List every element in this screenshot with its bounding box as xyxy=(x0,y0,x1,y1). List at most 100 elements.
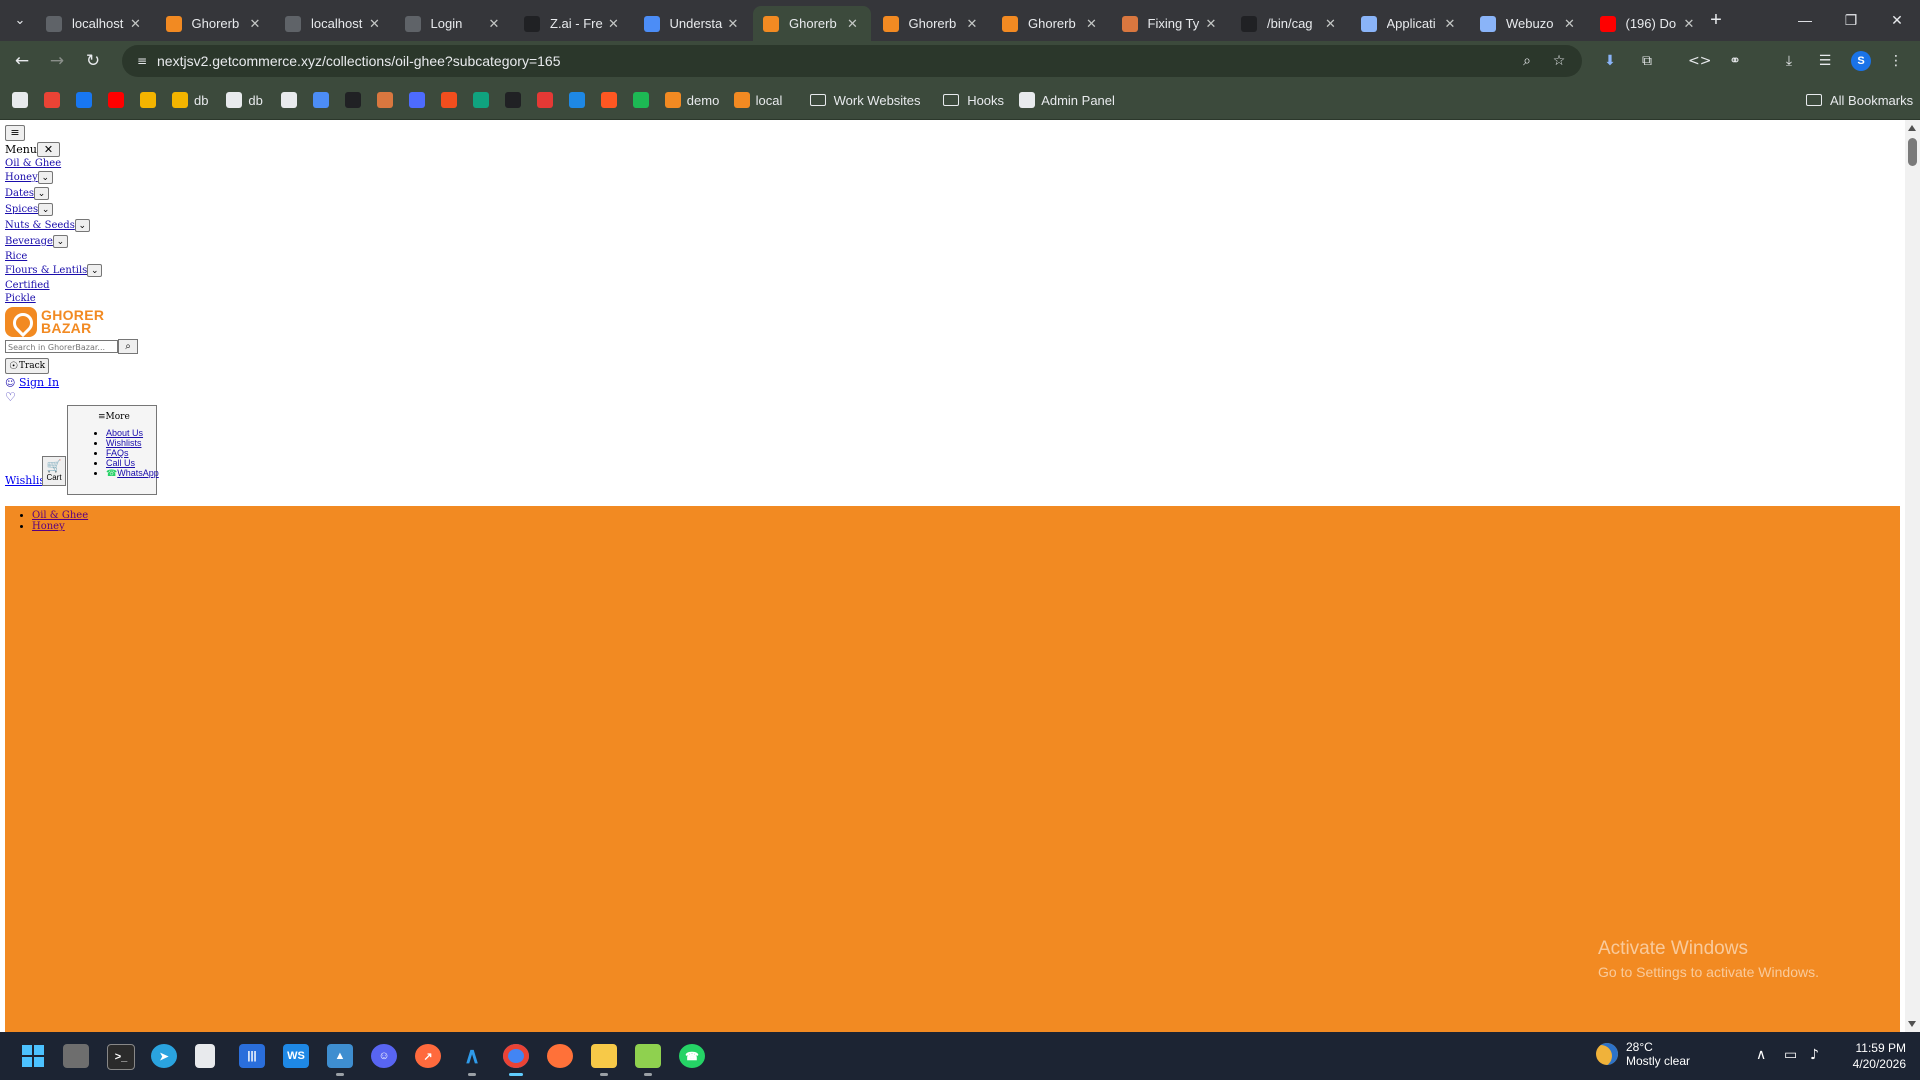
scroll-down-icon[interactable] xyxy=(1908,1021,1916,1027)
webstorm-icon[interactable]: WS xyxy=(283,1044,309,1068)
bookmark-item[interactable] xyxy=(140,91,156,109)
sticky-app-icon[interactable] xyxy=(635,1044,661,1076)
close-tab-icon[interactable]: ✕ xyxy=(486,16,502,32)
volume-icon[interactable]: ♪ xyxy=(1810,1047,1819,1063)
menu-kebab-icon[interactable]: ⋮ xyxy=(1886,51,1906,71)
task-view-icon[interactable] xyxy=(63,1044,89,1068)
category-link[interactable]: Pickle xyxy=(5,292,36,305)
more-link[interactable]: About Us xyxy=(106,428,143,438)
scroll-thumb[interactable] xyxy=(1908,138,1917,166)
category-link[interactable]: Certified xyxy=(5,279,50,292)
more-link[interactable]: WhatsApp xyxy=(117,468,159,478)
bookmark-item[interactable] xyxy=(632,91,649,109)
system-clock[interactable]: 11:59 PM 4/20/2026 xyxy=(1836,1040,1906,1072)
category-link[interactable]: Oil & Ghee xyxy=(5,157,61,170)
close-menu-button[interactable]: ✕ xyxy=(36,141,60,157)
close-tab-icon[interactable]: ✕ xyxy=(725,16,741,32)
chevron-down-icon[interactable]: ⌄ xyxy=(52,235,68,248)
media-controls-icon[interactable]: ☰ xyxy=(1815,51,1835,71)
bookmark-item[interactable]: Work Websites xyxy=(809,91,921,109)
sign-in-label[interactable]: Sign In xyxy=(19,376,59,389)
chevron-down-icon[interactable]: ⌄ xyxy=(38,203,54,216)
track-button[interactable]: ☉ Track xyxy=(5,358,50,374)
close-tab-icon[interactable]: ✕ xyxy=(1681,16,1697,32)
chrome-icon[interactable] xyxy=(503,1044,529,1076)
browser-tab[interactable]: localhost ✕ xyxy=(275,6,393,41)
close-tab-icon[interactable]: ✕ xyxy=(128,16,144,32)
terminal-icon[interactable]: >_ xyxy=(107,1044,135,1070)
bookmark-item[interactable]: db xyxy=(172,91,208,109)
back-button[interactable]: ← xyxy=(10,49,34,73)
bookmark-item[interactable] xyxy=(280,91,297,109)
browser-tab[interactable]: Understa ✕ xyxy=(634,6,752,41)
category-link[interactable]: Beverage xyxy=(5,235,53,248)
tab-search-button[interactable]: ⌄ xyxy=(8,9,32,31)
chevron-down-icon[interactable]: ⌄ xyxy=(37,171,53,184)
chevron-down-icon[interactable]: ⌄ xyxy=(87,264,103,277)
browser-tab[interactable]: (196) Do ✕ xyxy=(1590,6,1708,41)
photos-icon[interactable]: ▲ xyxy=(327,1044,353,1076)
zoom-icon[interactable]: ⌕ xyxy=(1518,52,1536,70)
tray-overflow-icon[interactable]: ∧ xyxy=(1756,1047,1766,1063)
url-text[interactable]: nextjsv2.getcommerce.xyz/collections/oil… xyxy=(157,53,561,69)
browser-tab[interactable]: Ghorerb ✕ xyxy=(156,6,274,41)
browser-tab[interactable]: /bin/cag ✕ xyxy=(1231,6,1349,41)
browser-tab[interactable]: Ghorerb ✕ xyxy=(992,6,1110,41)
intellij-icon[interactable]: ||| xyxy=(239,1044,265,1068)
search-input[interactable]: Search in GhorerBazar... xyxy=(5,340,118,353)
telegram-icon[interactable]: ➤ xyxy=(151,1044,177,1068)
sign-in-link[interactable]: ☺ Sign In xyxy=(5,376,59,389)
download-extension-icon[interactable]: ⬇ xyxy=(1600,51,1620,71)
browser-tab[interactable]: Webuzo ✕ xyxy=(1470,6,1588,41)
forward-button[interactable]: → xyxy=(45,49,69,73)
close-tab-icon[interactable]: ✕ xyxy=(606,16,622,32)
discord-icon[interactable]: ☺ xyxy=(371,1044,397,1068)
code-icon[interactable]: <> xyxy=(1688,51,1711,71)
reload-button[interactable]: ↻ xyxy=(81,49,105,73)
file-explorer-icon[interactable] xyxy=(591,1044,617,1076)
bookmark-item[interactable]: Hooks xyxy=(943,91,1004,109)
bookmark-item[interactable] xyxy=(76,91,92,109)
profile-avatar[interactable]: S xyxy=(1851,51,1871,71)
category-link[interactable]: Spices xyxy=(5,203,38,216)
address-bar[interactable]: ≡ nextjsv2.getcommerce.xyz/collections/o… xyxy=(122,45,1582,77)
browser-tab[interactable]: Ghorerb ✕ xyxy=(873,6,991,41)
bookmark-item[interactable] xyxy=(312,91,329,109)
extensions-icon[interactable]: ⧉ xyxy=(1637,51,1657,71)
browser-tab[interactable]: Login ✕ xyxy=(395,6,513,41)
more-link[interactable]: Call Us xyxy=(106,458,135,468)
close-tab-icon[interactable]: ✕ xyxy=(845,16,861,32)
hamburger-menu-button[interactable]: ≡ xyxy=(5,124,25,141)
close-tab-icon[interactable]: ✕ xyxy=(1562,16,1578,32)
more-button[interactable]: ≡More xyxy=(98,412,130,422)
bookmark-star-icon[interactable]: ☆ xyxy=(1550,52,1568,70)
page-scrollbar[interactable] xyxy=(1905,120,1920,1032)
breadcrumb-link[interactable]: Honey xyxy=(32,521,65,532)
category-link[interactable]: Rice xyxy=(5,250,27,263)
browser-tab[interactable]: Z.ai - Fre ✕ xyxy=(514,6,632,41)
close-tab-icon[interactable]: ✕ xyxy=(1084,16,1100,32)
network-icon[interactable]: ▭ xyxy=(1784,1047,1797,1063)
close-window-button[interactable]: ✕ xyxy=(1874,8,1920,32)
close-tab-icon[interactable]: ✕ xyxy=(1442,16,1458,32)
notepad-icon[interactable] xyxy=(195,1044,215,1068)
bookmark-item[interactable] xyxy=(568,91,585,109)
bookmark-item[interactable] xyxy=(408,91,425,109)
firefox-icon[interactable] xyxy=(547,1044,573,1068)
minimize-button[interactable]: ― xyxy=(1782,8,1828,32)
start-windows-icon[interactable] xyxy=(20,1044,46,1068)
weather-widget[interactable]: 28°C Mostly clear xyxy=(1596,1040,1690,1068)
bookmark-item[interactable] xyxy=(536,91,553,109)
close-tab-icon[interactable]: ✕ xyxy=(1203,16,1219,32)
postman-icon[interactable]: ↗ xyxy=(415,1044,441,1068)
category-link[interactable]: Honey xyxy=(5,171,38,184)
breadcrumb-link[interactable]: Oil & Ghee xyxy=(32,510,88,521)
bookmark-item[interactable]: Admin Panel xyxy=(1019,91,1115,109)
heart-icon[interactable]: ♡ xyxy=(5,390,16,404)
bookmark-item[interactable] xyxy=(12,91,28,109)
all-bookmarks-button[interactable]: All Bookmarks xyxy=(1806,91,1913,109)
bookmark-item[interactable] xyxy=(344,91,361,109)
bookmark-item[interactable] xyxy=(440,91,457,109)
category-link[interactable]: Nuts & Seeds xyxy=(5,219,75,232)
close-tab-icon[interactable]: ✕ xyxy=(247,16,263,32)
